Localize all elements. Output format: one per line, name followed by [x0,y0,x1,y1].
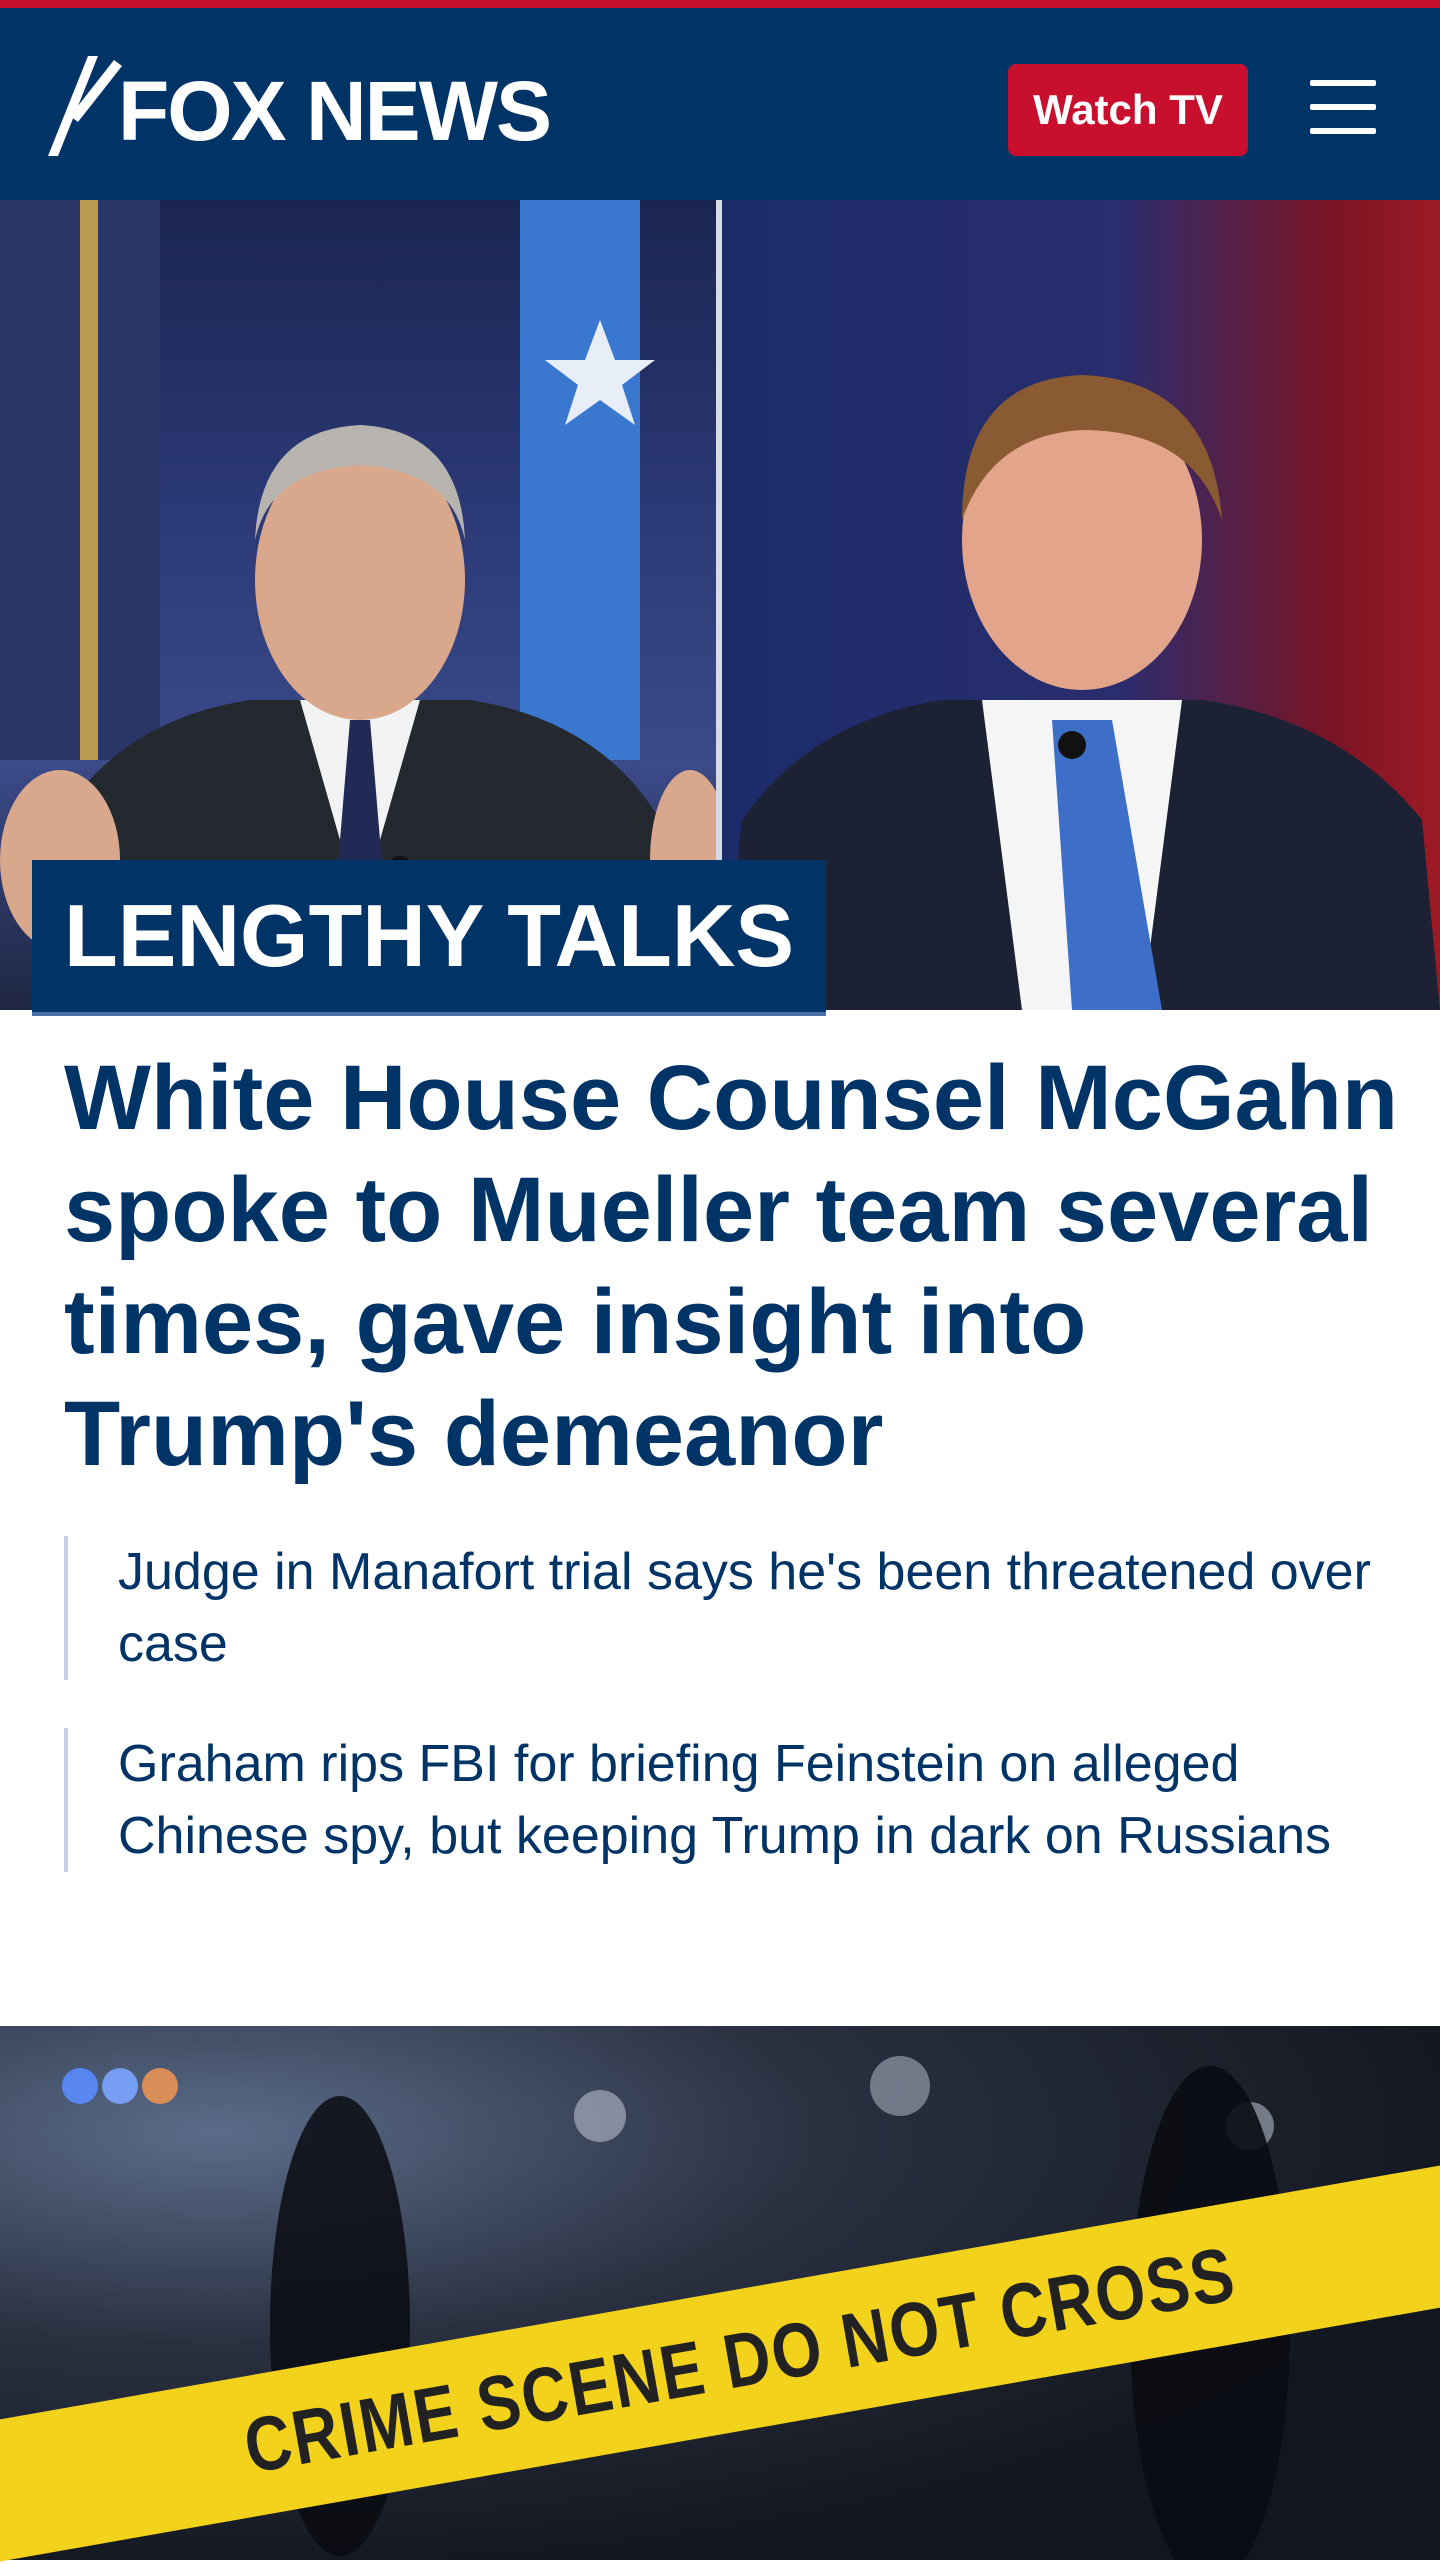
hero-photo-right [722,200,1440,1010]
related-stories: Judge in Manafort trial says he's been t… [64,1536,1404,1920]
related-story-item: Graham rips FBI for briefing Feinstein o… [64,1728,1404,1872]
lead-headline[interactable]: White House Counsel McGahn spoke to Muel… [64,1042,1404,1490]
logo-text: FOX NEWS [118,64,552,158]
related-story-item: Judge in Manafort trial says he's been t… [64,1536,1404,1680]
hamburger-menu-icon[interactable] [1310,74,1376,140]
watch-tv-button[interactable]: Watch TV [1008,64,1248,156]
related-story-link[interactable]: Graham rips FBI for briefing Feinstein o… [118,1735,1331,1865]
searchlight-icon [44,56,124,166]
story-kicker[interactable]: LENGTHY TALKS [32,860,827,1016]
top-accent-strip [0,0,1440,8]
related-story-link[interactable]: Judge in Manafort trial says he's been t… [118,1543,1371,1673]
site-header: FOX NEWS Watch TV [0,8,1440,200]
fox-news-logo[interactable]: FOX NEWS [44,56,564,166]
